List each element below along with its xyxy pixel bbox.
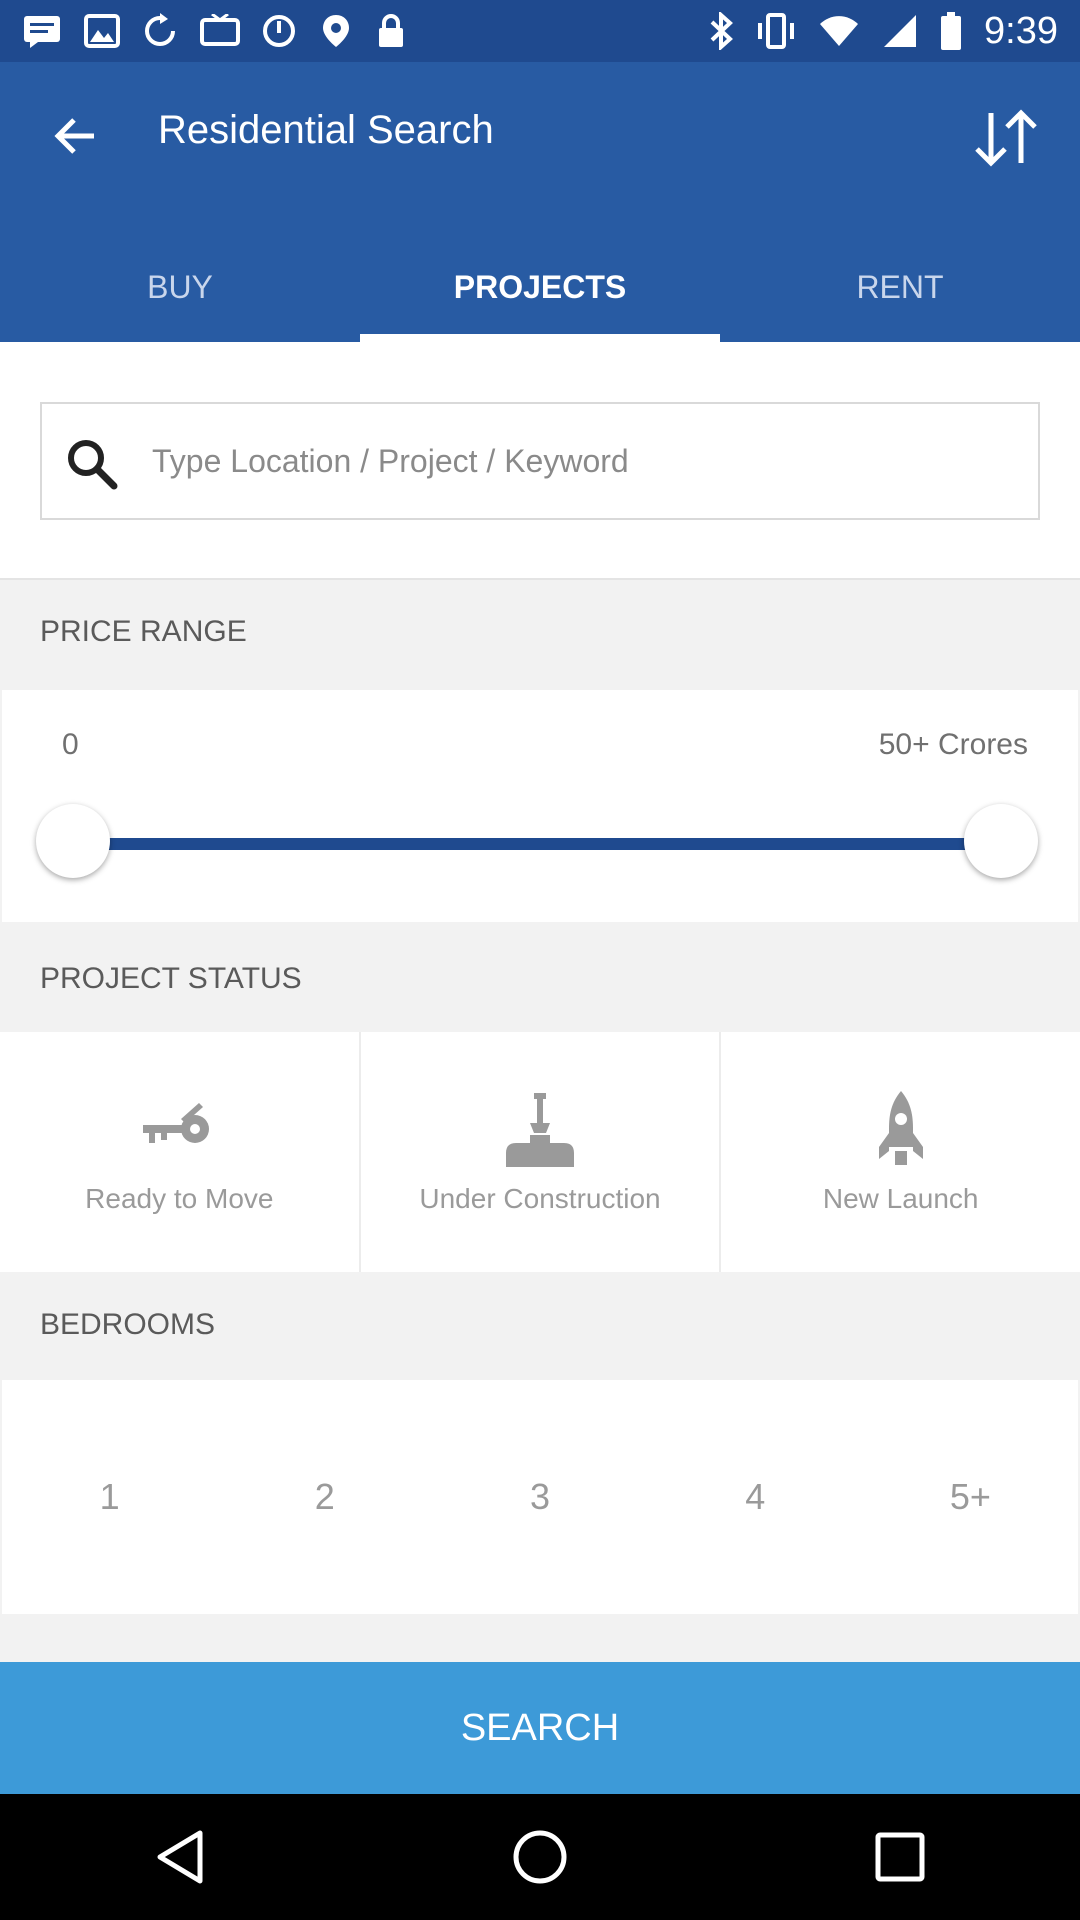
bedroom-option-2[interactable]: 2 bbox=[217, 1476, 432, 1518]
status-option-label: New Launch bbox=[822, 1183, 979, 1214]
status-bar-right-icons: 9:39 bbox=[708, 10, 1058, 53]
search-icon bbox=[68, 440, 118, 490]
status-time: 9:39 bbox=[984, 9, 1058, 52]
search-tabs: BUY PROJECTS RENT bbox=[0, 232, 1080, 342]
status-option-label: Under Construction bbox=[419, 1183, 661, 1214]
rocket-icon bbox=[878, 1091, 923, 1165]
search-section bbox=[0, 342, 1080, 580]
status-option-ready-to-move[interactable]: Ready to Move bbox=[0, 1032, 359, 1272]
signal-icon bbox=[884, 15, 917, 47]
sort-icon bbox=[975, 109, 1037, 167]
vibrate-icon bbox=[758, 13, 795, 49]
status-option-label: Ready to Move bbox=[85, 1183, 274, 1214]
sort-button[interactable] bbox=[966, 98, 1046, 178]
project-status-options: Ready to Move Under Construction New Lau… bbox=[0, 1032, 1080, 1272]
message-icon bbox=[24, 16, 60, 48]
search-button[interactable]: SEARCH bbox=[0, 1662, 1080, 1794]
arrow-back-icon bbox=[54, 118, 94, 154]
shield-icon bbox=[263, 15, 295, 47]
nav-back-button[interactable] bbox=[135, 1812, 225, 1902]
price-slider-track[interactable] bbox=[74, 838, 1002, 850]
nav-home-button[interactable] bbox=[495, 1812, 585, 1902]
status-bar-left-icons bbox=[22, 13, 406, 49]
price-max-label: 50+ Crores bbox=[878, 728, 1028, 761]
bedroom-option-1[interactable]: 1 bbox=[2, 1476, 217, 1518]
bedrooms-options: 1 2 3 4 5+ bbox=[2, 1380, 1078, 1614]
price-range-heading: PRICE RANGE bbox=[40, 615, 247, 648]
location-icon bbox=[323, 15, 349, 47]
tv-icon bbox=[200, 14, 240, 46]
lock-icon bbox=[379, 14, 403, 47]
nav-back-icon bbox=[157, 1830, 203, 1884]
system-nav-bar bbox=[0, 1794, 1080, 1920]
price-slider-min-thumb[interactable] bbox=[36, 804, 110, 878]
status-option-new-launch[interactable]: New Launch bbox=[721, 1032, 1080, 1272]
app-bar: Residential Search BUY PROJECTS RENT bbox=[0, 62, 1080, 342]
nav-recents-button[interactable] bbox=[855, 1812, 945, 1902]
search-box[interactable] bbox=[40, 402, 1040, 520]
page-title: Residential Search bbox=[158, 108, 494, 152]
nav-home-icon bbox=[513, 1830, 567, 1884]
bedrooms-heading: BEDROOMS bbox=[40, 1308, 216, 1341]
construction-icon bbox=[506, 1093, 574, 1167]
price-min-label: 0 bbox=[62, 728, 79, 761]
photo-icon bbox=[84, 14, 120, 48]
price-range-card: 0 50+ Crores bbox=[2, 690, 1078, 922]
project-status-heading: PROJECT STATUS bbox=[40, 962, 302, 995]
search-input[interactable] bbox=[152, 404, 1022, 518]
status-bar: 9:39 bbox=[0, 0, 1080, 62]
bedroom-option-4[interactable]: 4 bbox=[648, 1476, 863, 1518]
tab-buy[interactable]: BUY bbox=[0, 232, 360, 342]
tab-projects[interactable]: PROJECTS bbox=[360, 232, 720, 342]
battery-icon bbox=[941, 12, 962, 50]
price-slider-max-thumb[interactable] bbox=[964, 804, 1038, 878]
bluetooth-icon bbox=[710, 12, 733, 50]
bedroom-option-3[interactable]: 3 bbox=[432, 1476, 647, 1518]
nav-recents-icon bbox=[875, 1832, 925, 1882]
back-button[interactable] bbox=[40, 102, 108, 170]
wifi-icon bbox=[820, 16, 859, 46]
key-icon bbox=[143, 1103, 210, 1143]
status-option-under-construction[interactable]: Under Construction bbox=[360, 1032, 720, 1272]
bedroom-option-5-plus[interactable]: 5+ bbox=[863, 1476, 1078, 1518]
refresh-icon bbox=[145, 13, 175, 46]
tab-rent[interactable]: RENT bbox=[720, 232, 1080, 342]
